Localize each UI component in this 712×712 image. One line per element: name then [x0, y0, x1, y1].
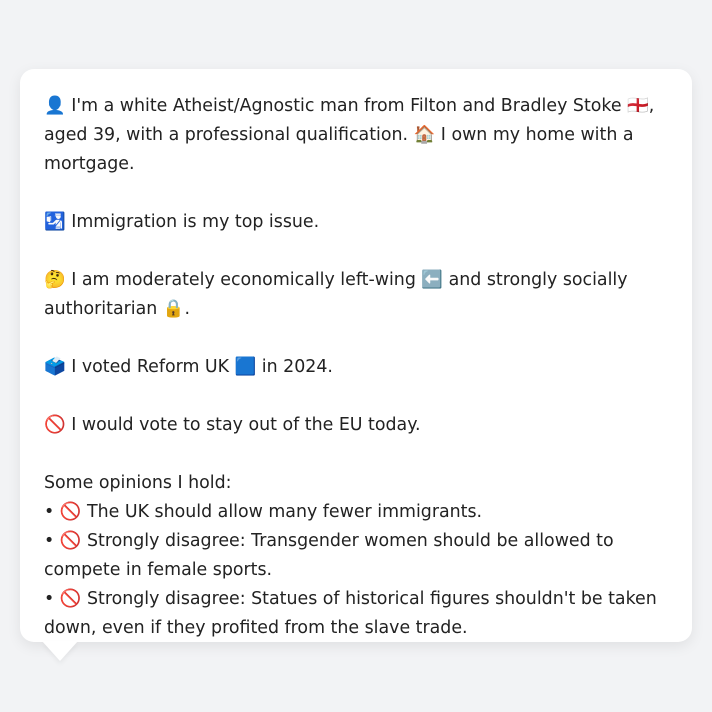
- eu-paragraph: 🚫 I would vote to stay out of the EU tod…: [44, 411, 670, 440]
- opinions-list: • 🚫 The UK should allow many fewer immig…: [44, 498, 670, 643]
- demographics-paragraph: 👤 I'm a white Atheist/Agnostic man from …: [44, 92, 670, 179]
- list-item: • 🚫 Strongly disagree: Transgender women…: [44, 527, 670, 585]
- left-arrow-icon: ⬅️: [421, 270, 444, 290]
- england-flag-icon: 🏴󠁧󠁢󠁥󠁮󠁧󠁿: [627, 96, 649, 116]
- ideology-text-a: I am moderately economically left-wing: [71, 270, 416, 290]
- opinions-heading: Some opinions I hold:: [44, 473, 232, 493]
- opinion-text: The UK should allow many fewer immigrant…: [86, 502, 483, 522]
- top-issue-paragraph: 🛂 Immigration is my top issue.: [44, 208, 670, 237]
- house-icon: 🏠: [413, 125, 436, 145]
- bubble-tail: [42, 641, 78, 661]
- list-item: • 🚫 Strongly disagree: Statues of histor…: [44, 585, 670, 643]
- vote-text-b: in 2024.: [261, 357, 333, 377]
- top-issue-text: Immigration is my top issue.: [71, 212, 320, 232]
- prohibited-icon: 🚫: [44, 415, 66, 435]
- opinion-text: Strongly disagree: Transgender women sho…: [44, 531, 614, 580]
- demographics-text-a: I'm a white Atheist/Agnostic man from Fi…: [71, 96, 622, 116]
- blue-square-icon: 🟦: [234, 357, 257, 377]
- persona-message-bubble: 👤 I'm a white Atheist/Agnostic man from …: [20, 69, 692, 642]
- thinking-face-icon: 🤔: [44, 270, 66, 290]
- bullet: •: [44, 502, 55, 522]
- passport-control-icon: 🛂: [44, 212, 66, 232]
- opinion-text: Strongly disagree: Statues of historical…: [44, 589, 657, 638]
- prohibited-icon: 🚫: [59, 589, 82, 609]
- bullet: •: [44, 589, 55, 609]
- ideology-paragraph: 🤔 I am moderately economically left-wing…: [44, 266, 670, 324]
- vote-text-a: I voted Reform UK: [71, 357, 230, 377]
- bullet: •: [44, 531, 55, 551]
- lock-icon: 🔒: [162, 299, 185, 319]
- vote-2024-paragraph: 🗳️ I voted Reform UK 🟦 in 2024.: [44, 353, 670, 382]
- prohibited-icon: 🚫: [59, 531, 82, 551]
- list-item: • 🚫 The UK should allow many fewer immig…: [44, 498, 670, 527]
- ballot-box-icon: 🗳️: [44, 357, 66, 377]
- person-icon: 👤: [44, 96, 66, 116]
- eu-text: I would vote to stay out of the EU today…: [71, 415, 421, 435]
- prohibited-icon: 🚫: [59, 502, 82, 522]
- ideology-text-c: .: [184, 299, 190, 319]
